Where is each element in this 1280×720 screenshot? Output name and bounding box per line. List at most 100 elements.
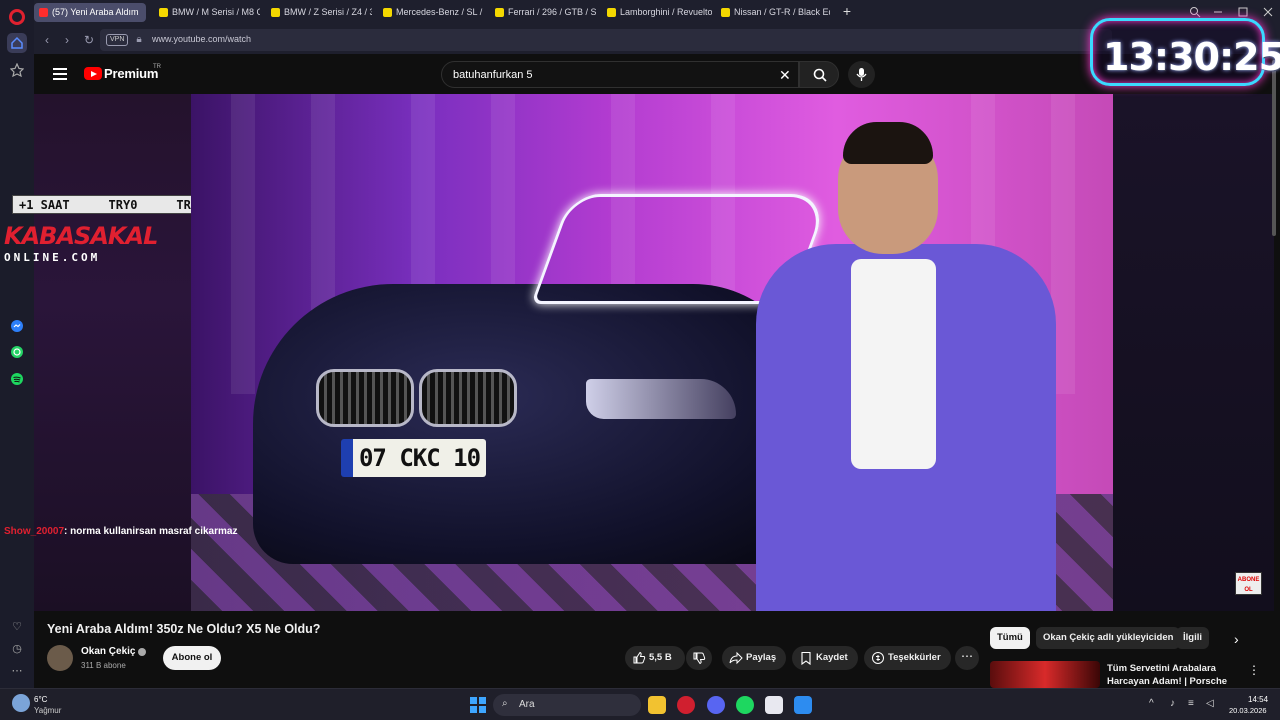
clock-time[interactable]: 14:54 [1248, 695, 1268, 704]
tab-mercedes-sl[interactable]: Mercedes-Benz / SL / 63 [378, 3, 484, 22]
thanks-button[interactable]: Teşekkürler [864, 646, 951, 670]
volume-icon[interactable]: ◁ [1206, 698, 1214, 709]
chat-message: Show_20007: norma kullanirsan masraf cik… [4, 526, 237, 537]
close-window-icon[interactable] [1262, 6, 1274, 18]
verified-icon [138, 648, 146, 656]
opera-sidebar: ♡ ◷ ⋯ [0, 0, 34, 688]
chevron-right-icon[interactable]: › [1234, 631, 1239, 647]
subscriber-count: 311 B abone [81, 661, 126, 670]
like-count: 5,5 B [649, 652, 672, 663]
youtube-logo-icon[interactable] [84, 67, 102, 80]
video-player[interactable]: 07 CKC 10 [191, 94, 1113, 611]
page-scrollbar[interactable] [1272, 60, 1276, 236]
tab-bar: (57) Yeni Araba Aldım BMW / M Serisi / M… [34, 0, 1280, 26]
reload-icon[interactable]: ↻ [82, 33, 96, 47]
search-icon: ⌕ [502, 698, 508, 709]
tab-bmw-z4[interactable]: BMW / Z Serisi / Z4 / 30i [266, 3, 372, 22]
chat-username: Show_20007 [4, 526, 65, 537]
discord-icon[interactable] [707, 696, 725, 714]
youtube-favicon-icon [39, 8, 48, 17]
microphone-icon[interactable]: ♪ [1170, 698, 1175, 709]
chat-text: : norma kullanirsan masraf cikarmaz [64, 526, 238, 537]
star-icon[interactable] [7, 60, 27, 80]
home-icon[interactable] [7, 33, 27, 53]
spotify-icon[interactable] [7, 369, 27, 389]
opera-logo-icon[interactable] [9, 9, 25, 25]
rate-item: TRY0 [108, 198, 138, 212]
subscribe-badge: ABONE OL [1235, 572, 1262, 595]
file-explorer-icon[interactable] [648, 696, 666, 714]
clear-search-icon[interactable]: ✕ [779, 67, 791, 84]
search-input[interactable]: batuhanfurkan 5 ✕ [441, 61, 799, 88]
recommended-thumbnail[interactable] [990, 661, 1100, 688]
search-button[interactable] [799, 61, 839, 88]
tab-label: Mercedes-Benz / SL / 63 [396, 7, 484, 17]
spotify-icon[interactable] [736, 696, 754, 714]
maximize-icon[interactable] [1237, 6, 1249, 18]
sahibinden-favicon-icon [383, 8, 392, 17]
taskbar-search-input[interactable]: ⌕ Ara [493, 694, 641, 716]
tab-youtube[interactable]: (57) Yeni Araba Aldım [34, 3, 146, 22]
kebab-menu-icon[interactable]: ⋮ [1248, 663, 1260, 677]
tab-bmw-m8[interactable]: BMW / M Serisi / M8 Cou [154, 3, 260, 22]
clock-time: 13:30:25 [1103, 35, 1280, 79]
channel-name[interactable]: Okan Çekiç [81, 646, 135, 657]
chip-related[interactable]: İlgili [1176, 627, 1209, 649]
url-text[interactable]: www.youtube.com/watch [152, 34, 251, 44]
stream-brand-logo: KABASAKAL [4, 222, 158, 250]
search-icon [813, 68, 827, 82]
clock-date[interactable]: 20.03.2026 [1229, 706, 1267, 715]
messenger-icon[interactable] [7, 316, 27, 336]
whatsapp-icon[interactable] [7, 342, 27, 362]
tab-ferrari-296[interactable]: Ferrari / 296 / GTB / SANT [490, 3, 596, 22]
microphone-icon [856, 68, 867, 81]
minimize-icon[interactable] [1212, 6, 1224, 18]
presenter-shirt [851, 259, 936, 469]
opera-browser-icon[interactable] [677, 696, 695, 714]
thumbs-up-icon [633, 651, 646, 664]
url-field[interactable] [100, 29, 1112, 51]
weather-description[interactable]: Yağmur [34, 706, 61, 715]
tab-lamborghini[interactable]: Lamborghini / Revuelto / [602, 3, 712, 22]
search-query[interactable]: batuhanfurkan 5 [453, 69, 533, 81]
network-icon[interactable]: ≡ [1188, 698, 1194, 709]
windows-start-icon[interactable] [470, 697, 486, 713]
channel-avatar[interactable] [47, 645, 73, 671]
car-grille-left [316, 369, 414, 427]
region-code: TR [153, 64, 161, 70]
more-actions-button[interactable]: ⋯ [955, 646, 979, 670]
chip-all[interactable]: Tümü [990, 627, 1030, 649]
new-tab-button[interactable]: + [840, 4, 854, 19]
dislike-button[interactable] [686, 646, 712, 670]
license-plate: 07 CKC 10 [341, 439, 486, 477]
chevron-up-icon[interactable]: ^ [1149, 698, 1154, 709]
weather-temperature[interactable]: 6°C [34, 695, 47, 704]
like-button[interactable]: 5,5 B [625, 646, 685, 670]
chip-uploader[interactable]: Okan Çekiç adlı yükleyiciden [1036, 627, 1181, 649]
screen: ♡ ◷ ⋯ (57) Yeni Araba Aldım BMW / M Seri… [0, 0, 1280, 720]
photos-icon[interactable] [794, 696, 812, 714]
back-icon[interactable]: ‹ [40, 33, 54, 47]
rate-item: +1 SAAT [19, 198, 70, 212]
youtube-header: Premium TR batuhanfurkan 5 ✕ [34, 54, 1274, 94]
save-button[interactable]: Kaydet [792, 646, 858, 670]
forward-icon[interactable]: › [60, 33, 74, 47]
lock-icon: 🔒︎ [136, 34, 142, 45]
weather-rain-icon[interactable] [12, 694, 30, 712]
history-icon[interactable]: ◷ [7, 642, 27, 658]
tab-label: (57) Yeni Araba Aldım [52, 7, 139, 17]
vpn-badge[interactable]: VPN [106, 34, 129, 46]
tab-nissan-gtr[interactable]: Nissan / GT-R / Black Editi [716, 3, 830, 22]
search-tabs-icon[interactable] [1189, 6, 1201, 18]
menu-icon[interactable] [53, 68, 67, 80]
stream-clock: 13:30:25 [1090, 18, 1280, 86]
voice-search-button[interactable] [848, 61, 875, 88]
heart-icon[interactable]: ♡ [7, 620, 27, 636]
tab-label: Lamborghini / Revuelto / [620, 7, 712, 17]
app-icon[interactable] [765, 696, 783, 714]
more-icon[interactable]: ⋯ [7, 664, 27, 680]
share-button[interactable]: Paylaş [722, 646, 787, 670]
subscribe-button[interactable]: Abone ol [163, 646, 221, 670]
super-thanks-icon [872, 652, 884, 664]
youtube-brand[interactable]: Premium [104, 66, 158, 81]
